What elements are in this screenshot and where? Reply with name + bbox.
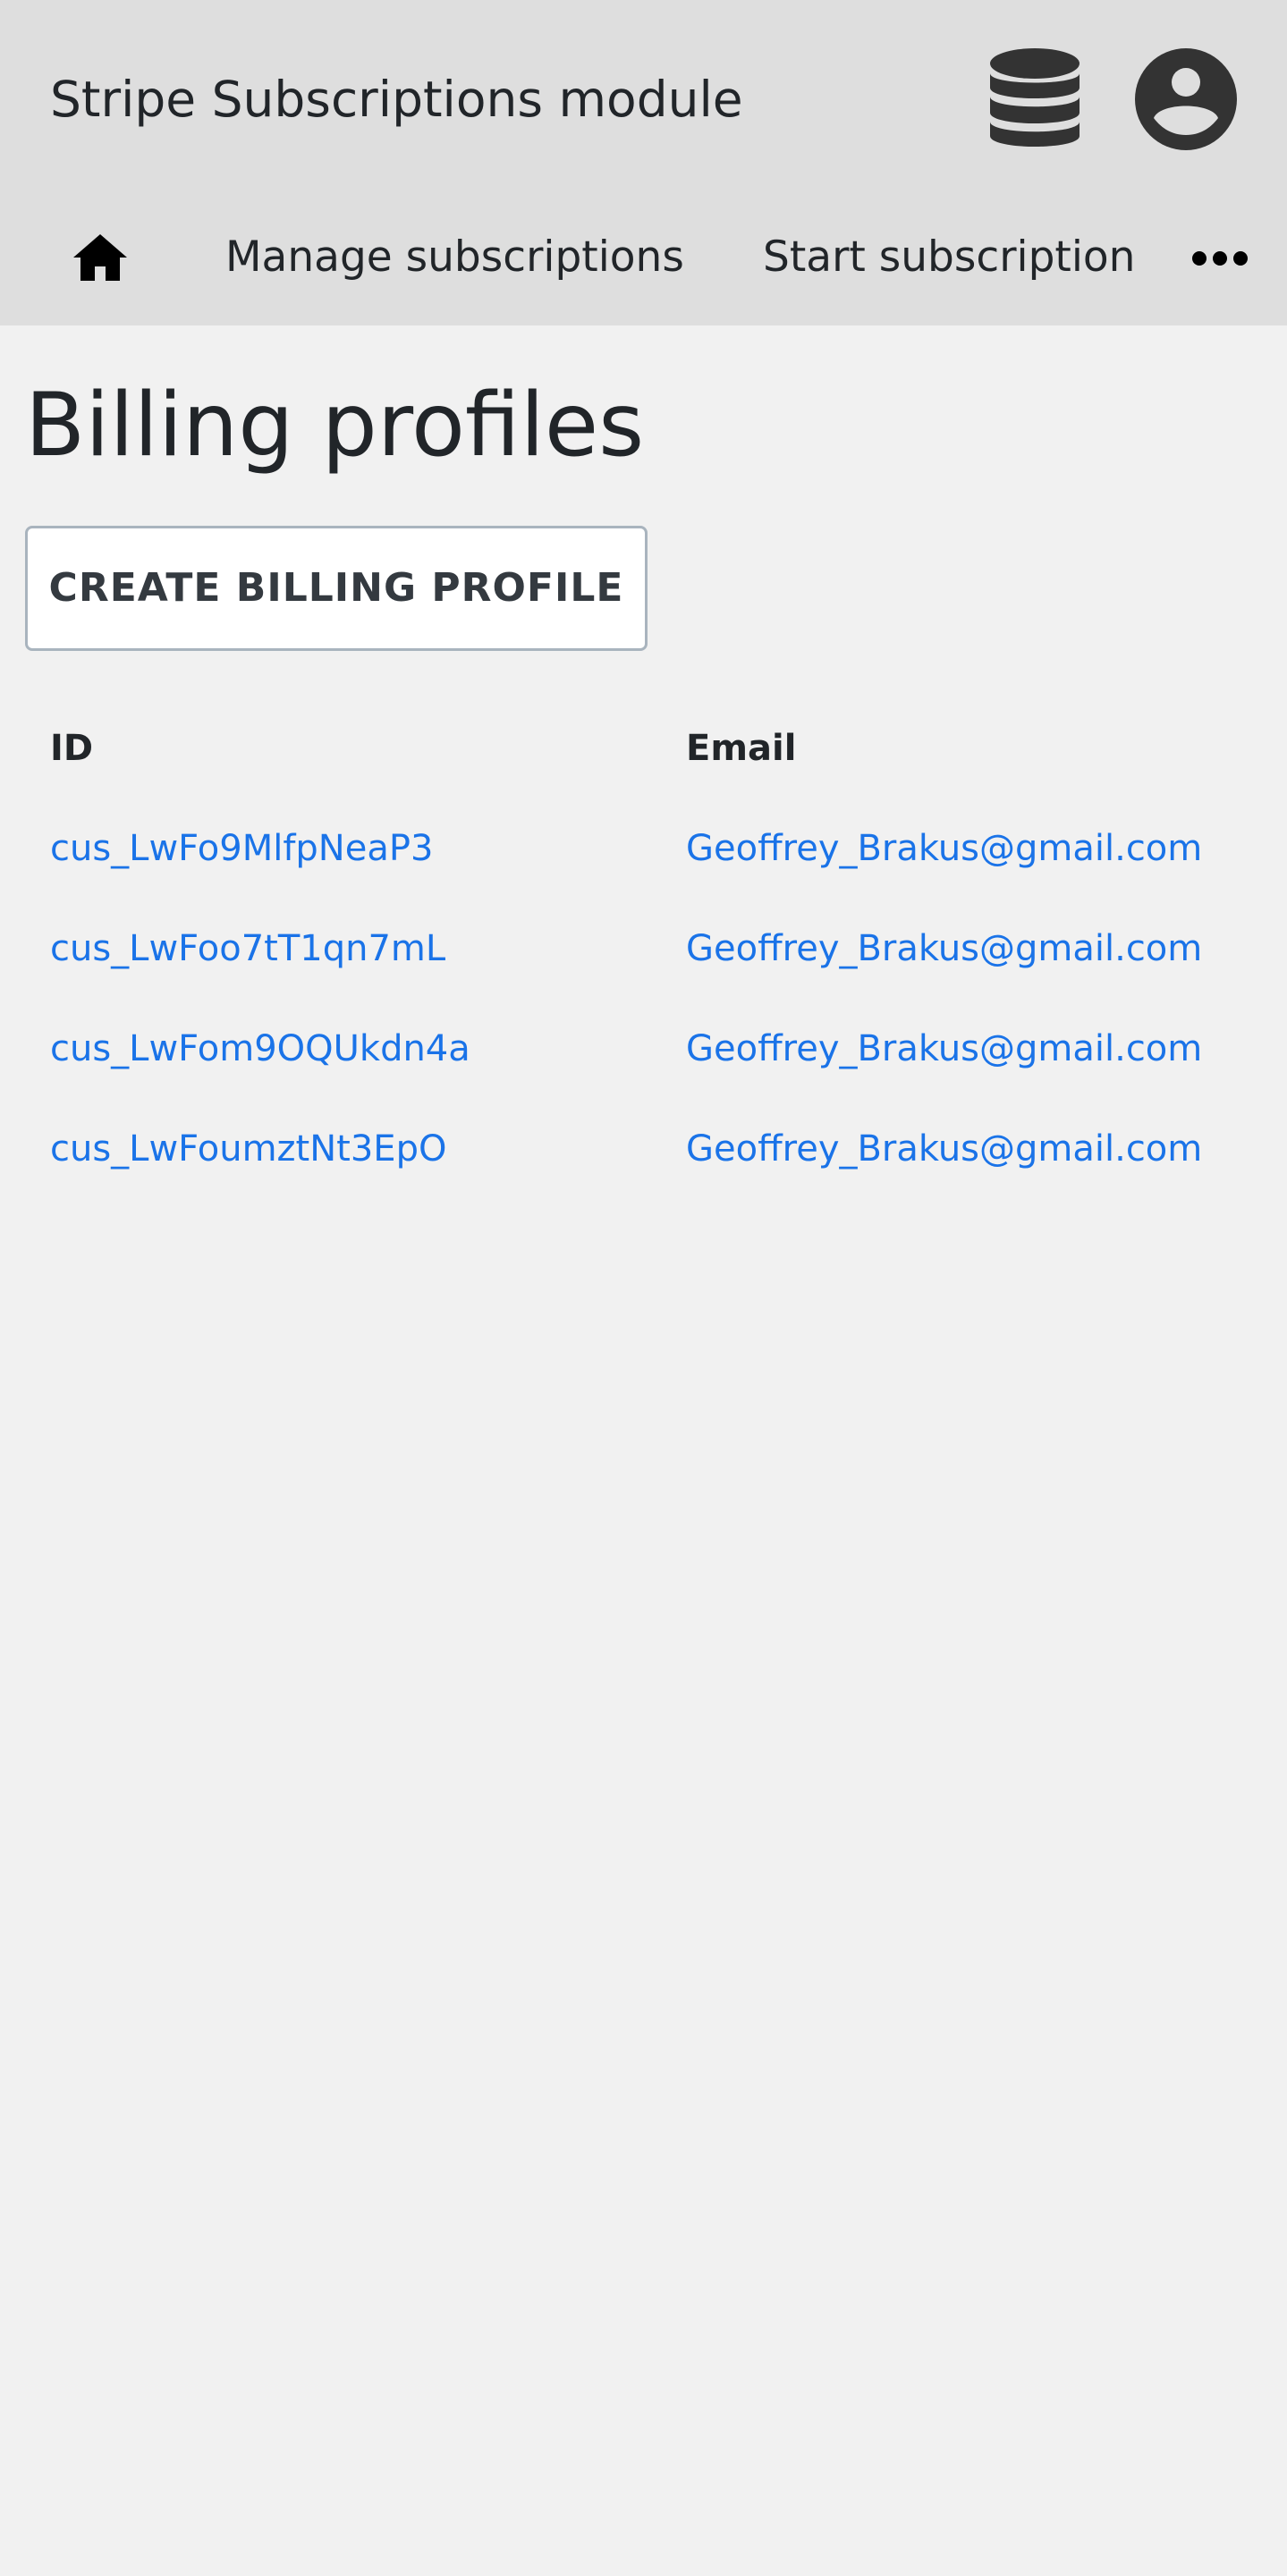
table-row: cus_LwFo9MlfpNeaP3 Geoffrey_Brakus@gmail… [0, 826, 1287, 926]
more-horizontal-icon[interactable] [1191, 245, 1249, 272]
column-header-id: ID [50, 728, 94, 769]
main-nav: Manage subscriptions Start subscription [0, 204, 1287, 311]
nav-start-subscription[interactable]: Start subscription [763, 231, 1135, 284]
table-row: cus_LwFoumztNt3EpO Geoffrey_Brakus@gmail… [0, 1127, 1287, 1227]
home-icon[interactable] [72, 231, 129, 284]
customer-email-link[interactable]: Geoffrey_Brakus@gmail.com [686, 826, 1202, 871]
customer-id-link[interactable]: cus_LwFo9MlfpNeaP3 [50, 826, 433, 871]
customer-email-link[interactable]: Geoffrey_Brakus@gmail.com [686, 926, 1202, 971]
customer-id-link[interactable]: cus_LwFoumztNt3EpO [50, 1127, 446, 1171]
account-circle-icon[interactable] [1133, 46, 1239, 152]
column-header-email: Email [686, 728, 797, 769]
customer-id-link[interactable]: cus_LwFoo7tT1qn7mL [50, 926, 445, 971]
table-row: cus_LwFoo7tT1qn7mL Geoffrey_Brakus@gmail… [0, 926, 1287, 1026]
customer-email-link[interactable]: Geoffrey_Brakus@gmail.com [686, 1026, 1202, 1071]
customer-id-link[interactable]: cus_LwFom9OQUkdn4a [50, 1026, 470, 1071]
database-icon[interactable] [987, 46, 1082, 152]
nav-manage-subscriptions[interactable]: Manage subscriptions [225, 231, 684, 284]
app-title: Stripe Subscriptions module [50, 71, 743, 128]
app-header: Stripe Subscriptions module Manage subsc… [0, 0, 1287, 325]
customer-email-link[interactable]: Geoffrey_Brakus@gmail.com [686, 1127, 1202, 1171]
page-title: Billing profiles [25, 375, 645, 477]
table-row: cus_LwFom9OQUkdn4a Geoffrey_Brakus@gmail… [0, 1026, 1287, 1127]
create-billing-profile-button[interactable]: CREATE BILLING PROFILE [25, 526, 648, 651]
